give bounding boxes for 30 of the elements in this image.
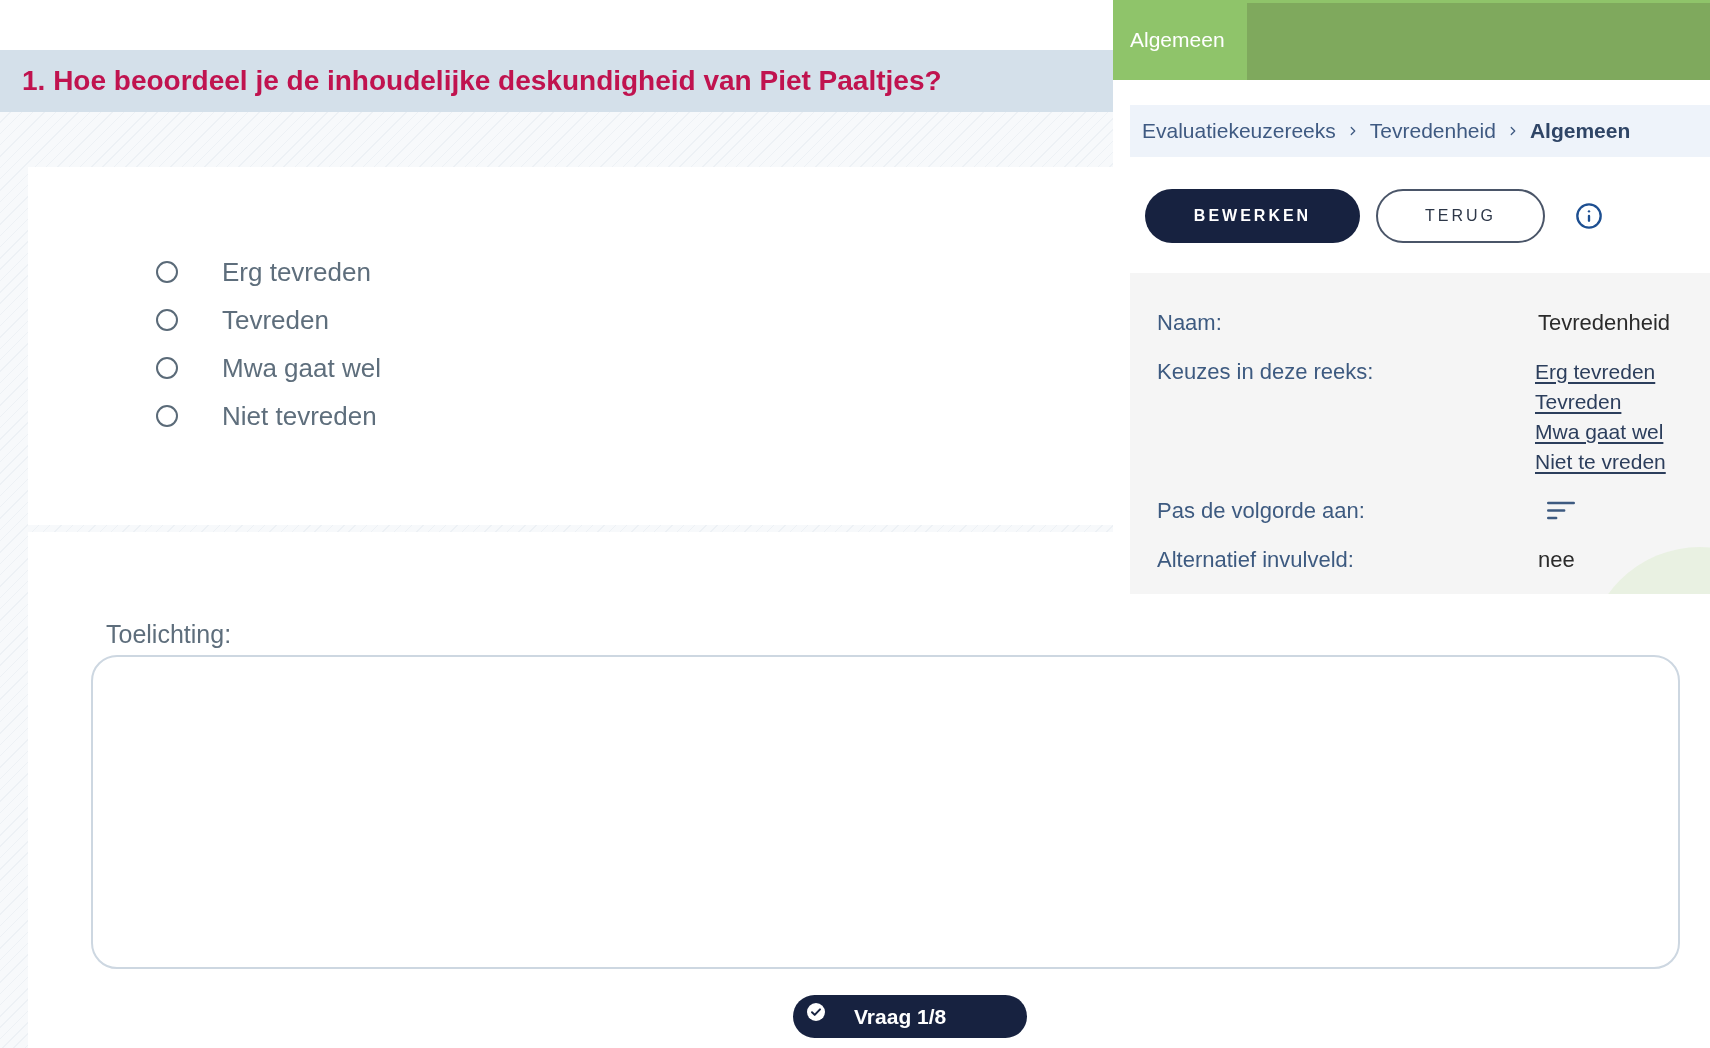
choice-link[interactable]: Erg tevreden bbox=[1535, 357, 1656, 387]
choice-link[interactable]: Niet te vreden bbox=[1535, 447, 1666, 477]
option-label[interactable]: Erg tevreden bbox=[222, 256, 371, 288]
detail-label: Pas de volgorde aan: bbox=[1157, 497, 1365, 525]
choice-link[interactable]: Mwa gaat wel bbox=[1535, 417, 1664, 447]
radio-button[interactable] bbox=[156, 261, 178, 283]
detail-value: Tevredenheid bbox=[1537, 309, 1671, 337]
breadcrumb-link[interactable]: Algemeen bbox=[1529, 115, 1631, 147]
detail-value: nee bbox=[1537, 546, 1575, 574]
question-nav-button[interactable]: Vraag 1/8 bbox=[793, 995, 1027, 1038]
comment-label: Toelichting: bbox=[106, 619, 232, 649]
info-icon[interactable] bbox=[1575, 202, 1603, 230]
question-title: 1. Hoe beoordeel je de inhoudelijke deskundigheid van Piet Paaltjes? bbox=[22, 64, 942, 98]
radio-button[interactable] bbox=[156, 357, 178, 379]
option-label[interactable]: Niet tevreden bbox=[222, 400, 377, 432]
detail-label: Naam: bbox=[1157, 309, 1222, 337]
radio-button[interactable] bbox=[156, 309, 178, 331]
radio-button[interactable] bbox=[156, 405, 178, 427]
detail-label: Keuzes in deze reeks: bbox=[1157, 358, 1374, 386]
comment-field[interactable] bbox=[91, 655, 1680, 969]
sort-icon[interactable] bbox=[1547, 501, 1575, 520]
option-label[interactable]: Mwa gaat wel bbox=[222, 352, 381, 384]
detail-label: Alternatief invulveld: bbox=[1157, 546, 1354, 574]
back-button[interactable]: TERUG bbox=[1376, 189, 1545, 243]
breadcrumb-link[interactable]: Tevredenheid bbox=[1369, 115, 1496, 147]
edit-button[interactable]: BEWERKEN bbox=[1145, 189, 1360, 243]
breadcrumb-link[interactable]: Evaluatiekeuzereeks bbox=[1142, 115, 1336, 147]
choice-link[interactable]: Tevreden bbox=[1535, 387, 1622, 417]
option-label[interactable]: Tevreden bbox=[222, 304, 329, 336]
check-circle-icon bbox=[807, 1003, 825, 1021]
